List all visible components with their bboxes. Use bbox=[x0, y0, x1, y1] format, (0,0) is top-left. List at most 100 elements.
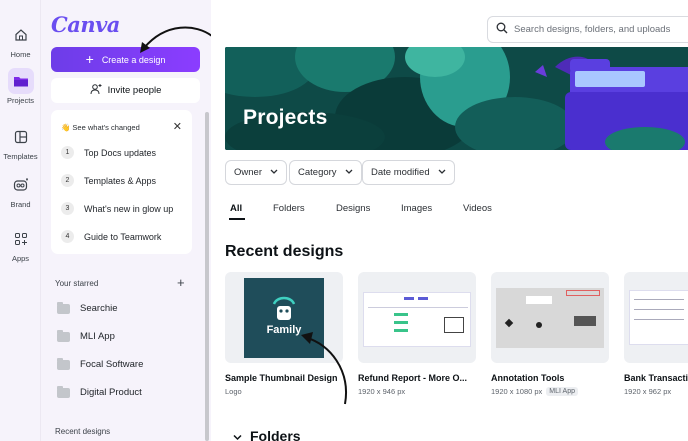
recent-designs-title: Recent designs bbox=[225, 243, 344, 260]
projects-banner: Projects bbox=[225, 47, 688, 150]
left-rail: Home Projects Templates Brand Apps bbox=[0, 0, 41, 441]
date-modified-filter-label: Date modified bbox=[371, 167, 430, 178]
item-number: 3 bbox=[61, 202, 74, 215]
chevron-down-icon bbox=[438, 167, 446, 178]
rail-brand[interactable]: Brand bbox=[0, 172, 41, 209]
sidebar-panel: Canva + Create a design Invite people 👋 … bbox=[41, 0, 213, 441]
main-content: Search designs, folders, and uploads Pro… bbox=[211, 0, 688, 441]
folders-section-header[interactable]: Folders bbox=[233, 428, 301, 441]
search-input[interactable]: Search designs, folders, and uploads bbox=[487, 16, 688, 43]
chevron-down-icon bbox=[233, 428, 242, 441]
changed-item-label: What's new in glow up bbox=[84, 203, 174, 214]
changed-item-label: Guide to Teamwork bbox=[84, 231, 162, 242]
design-title[interactable]: Annotation Tools bbox=[491, 373, 609, 383]
rail-brand-label: Brand bbox=[10, 200, 31, 209]
starred-folder[interactable]: Focal Software bbox=[57, 357, 144, 370]
folder-icon bbox=[57, 329, 70, 342]
apps-icon bbox=[8, 226, 34, 252]
invite-people-label: Invite people bbox=[107, 85, 162, 96]
active-tab-indicator bbox=[229, 218, 245, 220]
chevron-down-icon bbox=[345, 167, 353, 178]
owner-filter-label: Owner bbox=[234, 167, 262, 178]
tab-designs[interactable]: Designs bbox=[336, 203, 370, 214]
rail-home-label: Home bbox=[10, 50, 31, 59]
starred-folder[interactable]: Digital Product bbox=[57, 385, 142, 398]
canva-logo[interactable]: Canva bbox=[51, 12, 120, 37]
rail-apps[interactable]: Apps bbox=[0, 226, 41, 263]
starred-folder-label: Searchie bbox=[80, 303, 118, 314]
starred-folder-label: Digital Product bbox=[80, 387, 142, 398]
design-meta: 1920 x 962 px bbox=[624, 387, 688, 396]
changed-item-label: Templates & Apps bbox=[84, 175, 157, 186]
category-filter[interactable]: Category bbox=[289, 160, 362, 185]
design-thumbnail[interactable] bbox=[624, 272, 688, 363]
starred-folder[interactable]: MLI App bbox=[57, 329, 115, 342]
item-number: 1 bbox=[61, 146, 74, 159]
item-number: 4 bbox=[61, 230, 74, 243]
design-meta-text: 1920 x 946 px bbox=[358, 387, 406, 396]
templates-icon bbox=[8, 124, 34, 150]
annotation-arrow bbox=[140, 26, 213, 53]
folder-icon bbox=[57, 301, 70, 314]
design-tag: MLI App bbox=[546, 387, 578, 396]
banner-foliage-illustration bbox=[225, 47, 688, 150]
design-thumbnail[interactable] bbox=[491, 272, 609, 363]
design-meta: 1920 x 946 px bbox=[358, 387, 476, 396]
folder-icon bbox=[57, 357, 70, 370]
design-title[interactable]: Bank Transacti bbox=[624, 373, 688, 383]
tab-videos[interactable]: Videos bbox=[463, 203, 492, 214]
changed-item[interactable]: 4 Guide to Teamwork bbox=[61, 230, 161, 243]
chevron-down-icon bbox=[270, 167, 278, 178]
category-filter-label: Category bbox=[298, 167, 337, 178]
date-modified-filter[interactable]: Date modified bbox=[362, 160, 455, 185]
design-meta-text: Logo bbox=[225, 387, 242, 396]
design-card[interactable]: Bank Transacti 1920 x 962 px bbox=[624, 272, 688, 396]
close-icon[interactable]: ✕ bbox=[173, 120, 182, 133]
starred-folder-label: Focal Software bbox=[80, 359, 144, 370]
annotation-arrow bbox=[301, 332, 347, 405]
rail-templates[interactable]: Templates bbox=[0, 124, 41, 161]
design-thumbnail[interactable] bbox=[358, 272, 476, 363]
starred-folder[interactable]: Searchie bbox=[57, 301, 118, 314]
rail-projects[interactable]: Projects bbox=[0, 68, 41, 105]
item-number: 2 bbox=[61, 174, 74, 187]
search-placeholder: Search designs, folders, and uploads bbox=[514, 24, 671, 35]
starred-folder-label: MLI App bbox=[80, 331, 115, 342]
banner-title: Projects bbox=[243, 106, 328, 129]
annotation-thumbnail bbox=[496, 288, 604, 348]
folder-icon bbox=[7, 68, 34, 94]
create-design-label: Create a design bbox=[101, 54, 166, 65]
tab-images[interactable]: Images bbox=[401, 203, 432, 214]
rail-projects-label: Projects bbox=[6, 96, 35, 105]
brand-icon bbox=[8, 172, 34, 198]
sidebar-scrollbar[interactable] bbox=[205, 112, 209, 441]
rail-templates-label: Templates bbox=[3, 152, 38, 161]
whats-changed-title: 👋 See what's changed bbox=[61, 123, 140, 132]
home-icon bbox=[8, 22, 34, 48]
search-icon bbox=[496, 22, 508, 37]
changed-item[interactable]: 1 Top Docs updates bbox=[61, 146, 156, 159]
invite-people-button[interactable]: Invite people bbox=[51, 78, 200, 103]
design-title[interactable]: Refund Report - More O... bbox=[358, 373, 476, 383]
folder-icon bbox=[57, 385, 70, 398]
whats-changed-card: 👋 See what's changed ✕ 1 Top Docs update… bbox=[51, 110, 192, 254]
report-thumbnail bbox=[363, 292, 471, 347]
owner-filter[interactable]: Owner bbox=[225, 160, 287, 185]
bank-thumbnail bbox=[629, 290, 688, 345]
add-person-icon bbox=[90, 83, 102, 98]
design-card[interactable]: Refund Report - More O... 1920 x 946 px bbox=[358, 272, 476, 396]
design-meta-text: 1920 x 1080 px bbox=[491, 387, 543, 396]
rail-home[interactable]: Home bbox=[0, 22, 41, 59]
changed-item[interactable]: 3 What's new in glow up bbox=[61, 202, 173, 215]
rail-apps-label: Apps bbox=[11, 254, 30, 263]
starred-section-title: Your starred bbox=[55, 279, 99, 288]
changed-item-label: Top Docs updates bbox=[84, 147, 157, 158]
changed-item[interactable]: 2 Templates & Apps bbox=[61, 174, 156, 187]
add-starred-icon[interactable]: + bbox=[177, 275, 185, 290]
folders-section-title: Folders bbox=[250, 428, 301, 441]
design-card[interactable]: Annotation Tools 1920 x 1080 px MLI App bbox=[491, 272, 609, 396]
tab-folders[interactable]: Folders bbox=[273, 203, 305, 214]
tab-all[interactable]: All bbox=[230, 203, 242, 214]
design-meta: 1920 x 1080 px MLI App bbox=[491, 387, 609, 396]
design-meta-text: 1920 x 962 px bbox=[624, 387, 672, 396]
